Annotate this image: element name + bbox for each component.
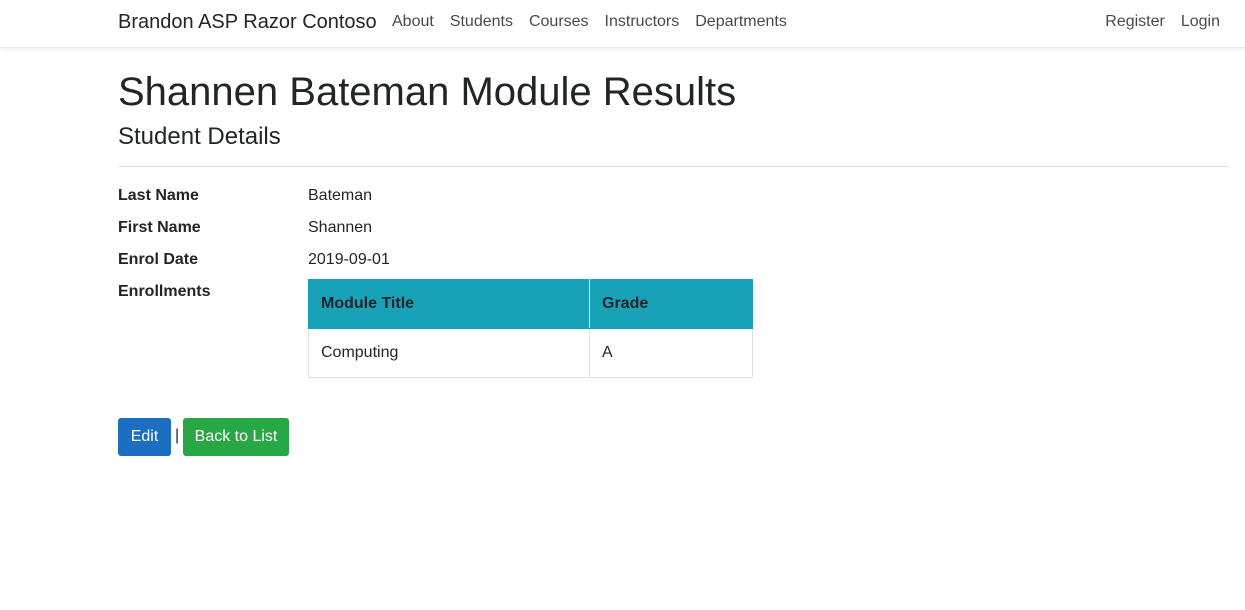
nav-item-about: About [384, 12, 442, 32]
table-body: Computing A [308, 328, 753, 378]
enrollments-table: Module Title Grade Computing A [308, 279, 753, 378]
register-link[interactable]: Register [1097, 12, 1173, 32]
nav-item-departments: Departments [687, 12, 795, 32]
enrollments-label: Enrollments [118, 283, 211, 300]
nav-link-courses[interactable]: Courses [521, 12, 597, 32]
grade-cell: A [589, 328, 753, 378]
page-title: Shannen Bateman Module Results [118, 70, 737, 114]
nav-item-students: Students [442, 12, 521, 32]
nav-item-login: Login [1173, 12, 1228, 32]
nav-link-students[interactable]: Students [442, 12, 521, 32]
action-separator: | [175, 427, 180, 444]
nav-item-instructors: Instructors [597, 12, 688, 32]
table-header: Module Title Grade [308, 279, 753, 329]
first-name-value: Shannen [308, 219, 373, 236]
account-nav: Register Login [1097, 12, 1228, 32]
divider [118, 166, 1228, 167]
module-title-cell: Computing [308, 328, 590, 378]
first-name-label: First Name [118, 219, 201, 236]
main-nav: About Students Courses Instructors Depar… [384, 12, 795, 32]
column-header-module-title: Module Title [308, 279, 590, 329]
last-name-label: Last Name [118, 187, 199, 204]
login-link[interactable]: Login [1173, 12, 1228, 32]
enrol-date-label: Enrol Date [118, 251, 199, 268]
nav-link-about[interactable]: About [384, 12, 442, 32]
nav-link-departments[interactable]: Departments [687, 12, 795, 32]
nav-item-courses: Courses [521, 12, 597, 32]
table-header-row: Module Title Grade [308, 279, 753, 329]
brand-link[interactable]: Brandon ASP Razor Contoso [118, 10, 377, 34]
back-to-list-button[interactable]: Back to List [183, 418, 289, 456]
enrol-date-value: 2019-09-01 [308, 251, 390, 268]
last-name-value: Bateman [308, 187, 373, 204]
table-row: Computing A [308, 328, 753, 378]
nav-item-register: Register [1097, 12, 1173, 32]
edit-button[interactable]: Edit [118, 418, 171, 456]
column-header-grade: Grade [589, 279, 753, 329]
nav-link-instructors[interactable]: Instructors [597, 12, 688, 32]
section-subtitle: Student Details [118, 123, 281, 150]
top-navbar: Brandon ASP Razor Contoso About Students… [0, 0, 1245, 48]
